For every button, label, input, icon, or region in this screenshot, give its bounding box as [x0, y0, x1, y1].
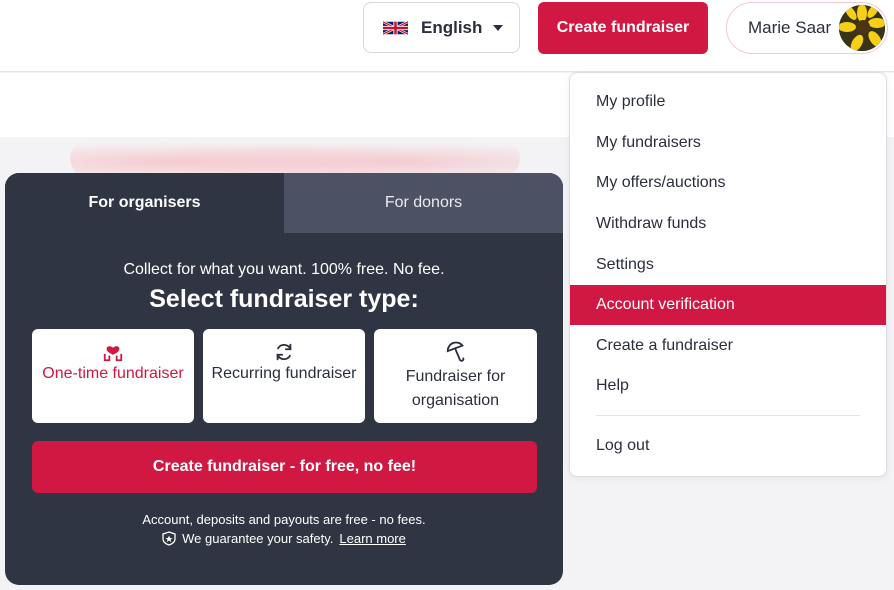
tab-for-organisers[interactable]: For organisers: [5, 173, 284, 233]
blurred-background-banner: [70, 138, 520, 178]
fundraiser-card: For donors For organisers Collect for wh…: [5, 173, 563, 585]
language-label: English: [421, 17, 483, 37]
type-label: One-time fundraiser: [42, 365, 184, 382]
select-type-title: Select fundraiser type:: [149, 285, 419, 313]
safety-note: We guarantee your safety. Learn more: [5, 531, 563, 546]
umbrella-icon: [446, 341, 464, 362]
avatar: [839, 5, 885, 51]
user-menu-button[interactable]: Marie Saar: [726, 2, 888, 54]
type-recurring-fundraiser[interactable]: Recurring fundraiser: [203, 329, 365, 423]
menu-item-my-offers-auctions[interactable]: My offers/auctions: [570, 163, 886, 203]
collect-text: Collect for what you want. 100% free. No…: [123, 261, 445, 278]
hands-heart-icon: [103, 346, 123, 362]
shield-icon: [162, 531, 176, 546]
menu-divider: [596, 415, 860, 416]
create-fundraiser-button[interactable]: Create fundraiser: [538, 2, 708, 54]
menu-item-withdraw-funds[interactable]: Withdraw funds: [570, 204, 886, 244]
user-dropdown-menu: My profile My fundraisers My offers/auct…: [569, 72, 887, 477]
menu-item-my-fundraisers[interactable]: My fundraisers: [570, 123, 886, 163]
type-fundraiser-for-organisation[interactable]: Fundraiser for organisation: [374, 329, 537, 423]
chevron-down-icon: [493, 24, 504, 31]
refresh-icon: [276, 343, 292, 361]
create-fundraiser-cta-button[interactable]: Create fundraiser - for free, no fee!: [32, 441, 537, 493]
learn-more-link[interactable]: Learn more: [339, 531, 405, 546]
menu-item-log-out[interactable]: Log out: [570, 426, 886, 466]
user-name: Marie Saar: [748, 18, 832, 37]
menu-item-create-a-fundraiser[interactable]: Create a fundraiser: [570, 326, 886, 366]
menu-item-account-verification[interactable]: Account verification: [570, 285, 886, 325]
uk-flag-icon: [383, 20, 408, 35]
type-label: Recurring fundraiser: [211, 365, 357, 382]
menu-item-my-profile[interactable]: My profile: [570, 82, 886, 122]
type-one-time-fundraiser[interactable]: One-time fundraiser: [32, 329, 194, 423]
tab-for-donors[interactable]: For donors: [284, 173, 563, 233]
fees-note: Account, deposits and payouts are free -…: [142, 512, 426, 527]
menu-item-help[interactable]: Help: [570, 366, 886, 406]
menu-item-settings[interactable]: Settings: [570, 245, 886, 285]
type-label: Fundraiser for organisation: [405, 368, 506, 409]
language-selector[interactable]: English: [363, 2, 520, 53]
safety-text: We guarantee your safety.: [182, 531, 334, 546]
